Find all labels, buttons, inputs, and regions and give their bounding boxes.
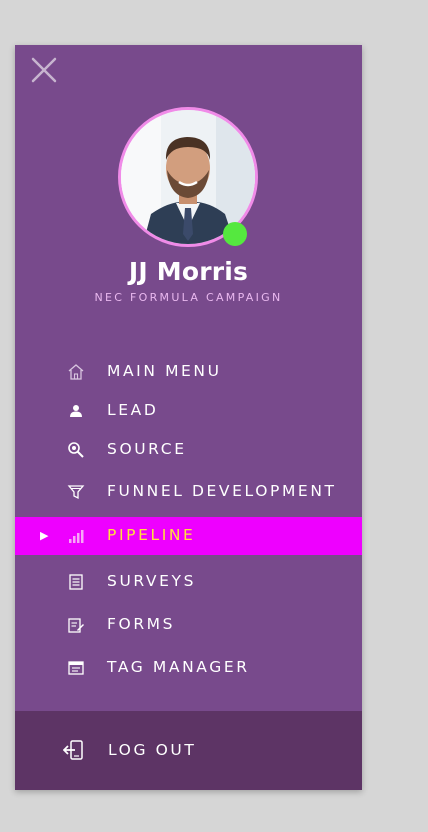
funnel-icon xyxy=(67,483,85,501)
menu-item-main-menu[interactable]: MAIN MENU xyxy=(15,353,362,391)
menu-item-label: MAIN MENU xyxy=(107,362,222,380)
online-status-dot xyxy=(223,222,247,246)
menu-item-lead[interactable]: LEAD xyxy=(15,392,362,430)
menu-item-label: TAG MANAGER xyxy=(107,658,250,676)
user-name: JJ Morris xyxy=(128,257,249,286)
logout-label: LOG OUT xyxy=(108,741,197,759)
user-campaign-subtitle: NEC FORMULA CAMPAIGN xyxy=(94,291,283,304)
active-indicator-arrow-icon: ▶ xyxy=(40,529,49,542)
document-icon xyxy=(67,573,85,591)
menu-item-label: FUNNEL DEVELOPMENT xyxy=(107,482,337,500)
user-icon xyxy=(67,402,85,420)
menu-item-pipeline[interactable]: ▶ PIPELINE xyxy=(15,517,362,555)
menu-item-forms[interactable]: FORMS xyxy=(15,606,362,644)
close-button[interactable] xyxy=(29,55,59,85)
browser-window-icon xyxy=(67,659,85,677)
close-icon xyxy=(31,57,57,83)
menu-item-funnel-development[interactable]: FUNNEL DEVELOPMENT xyxy=(15,473,362,511)
menu-item-label: LEAD xyxy=(107,401,159,419)
search-icon xyxy=(67,441,85,459)
menu-item-label: SOURCE xyxy=(107,440,187,458)
menu-item-label: PIPELINE xyxy=(107,526,196,544)
logout-button[interactable]: LOG OUT xyxy=(15,711,362,790)
form-edit-icon xyxy=(67,616,85,634)
bar-chart-icon xyxy=(67,527,85,545)
logout-icon xyxy=(62,739,85,761)
menu-item-surveys[interactable]: SURVEYS xyxy=(15,563,362,601)
menu-item-tag-manager[interactable]: TAG MANAGER xyxy=(15,649,362,687)
menu-item-label: FORMS xyxy=(107,615,176,633)
navigation-drawer: JJ Morris NEC FORMULA CAMPAIGN MAIN MENU… xyxy=(15,45,362,790)
home-icon xyxy=(67,363,85,381)
menu-item-source[interactable]: SOURCE xyxy=(15,431,362,469)
menu-item-label: SURVEYS xyxy=(107,572,197,590)
profile-avatar-wrapper xyxy=(118,107,258,247)
